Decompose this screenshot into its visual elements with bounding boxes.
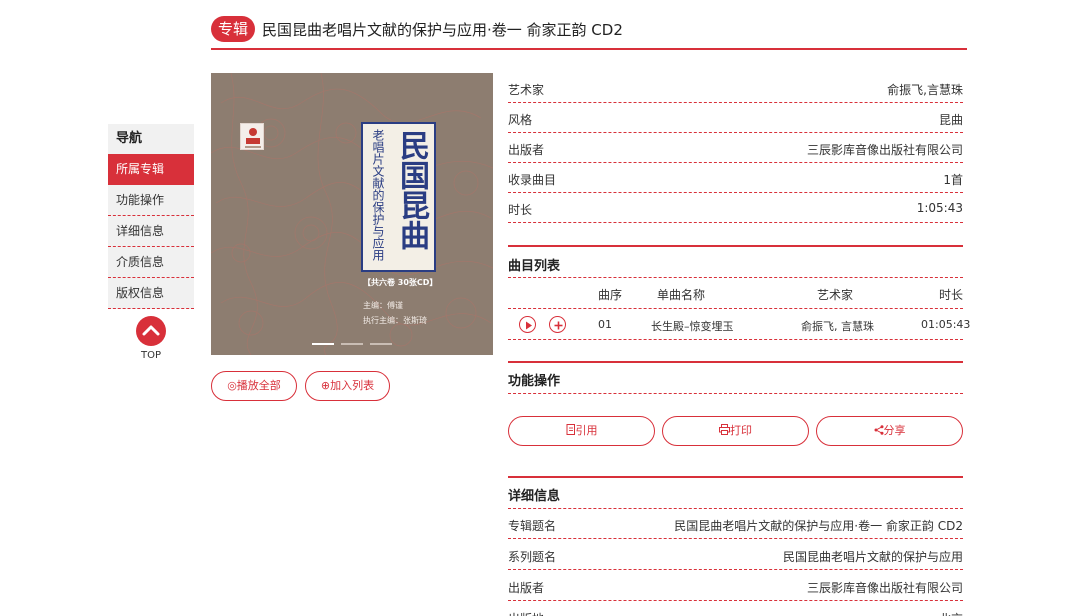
nav-item-copyright[interactable]: 版权信息 <box>108 278 194 309</box>
nav-heading: 导航 <box>108 124 194 154</box>
album-badge: 专辑 <box>211 16 255 42</box>
detail-key: 出版地 <box>508 610 544 616</box>
play-icon <box>526 321 532 330</box>
nav-item-album[interactable]: 所属专辑 <box>108 154 194 185</box>
album-header: 专辑 民国昆曲老唱片文献的保护与应用·卷一 俞家正韵 CD2 <box>211 16 967 50</box>
side-nav: 导航 所属专辑 功能操作 详细信息 介质信息 版权信息 <box>108 124 194 309</box>
detail-row-series-title: 系列题名 民国昆曲老唱片文献的保护与应用 <box>508 540 963 570</box>
document-icon <box>566 424 575 435</box>
col-duration: 时长 <box>939 288 964 302</box>
info-row-track-count: 收录曲目 1首 <box>508 163 963 193</box>
col-track-no: 曲序 <box>598 288 623 302</box>
info-key: 时长 <box>508 203 533 217</box>
tracklist-title: 曲目列表 <box>508 259 561 274</box>
info-value: 三辰影库音像出版社有限公司 <box>806 143 963 157</box>
detail-row-publisher: 出版者 三辰影库音像出版社有限公司 <box>508 571 963 601</box>
col-track-name: 单曲名称 <box>657 288 706 302</box>
carousel-dot-1[interactable] <box>312 343 334 345</box>
detail-row-album-title: 专辑题名 民国昆曲老唱片文献的保护与应用·卷一 俞家正韵 CD2 <box>508 509 963 539</box>
info-key: 收录曲目 <box>508 173 557 187</box>
cover-main-title: 民国昆曲 <box>394 130 429 250</box>
tracklist-row-divider <box>508 339 963 340</box>
add-to-list-button[interactable]: ⊕加入列表 <box>305 371 390 401</box>
chevron-up-icon <box>142 325 160 336</box>
cover-exec-editor-text: 执行主编：张斯琦 <box>363 316 427 325</box>
info-row-artist: 艺术家 俞振飞,言慧珠 <box>508 73 963 103</box>
info-key: 风格 <box>508 113 533 127</box>
details-title: 详细信息 <box>508 489 561 504</box>
album-cover: 老唱片文献的保护与应用 民国昆曲 【共六卷 30张CD】 主编：傅谨 执行主编：… <box>211 73 493 355</box>
functions-rule <box>508 361 963 363</box>
details-rule <box>508 476 963 478</box>
floral-pattern <box>211 73 493 355</box>
detail-key: 专辑题名 <box>508 519 557 533</box>
track-duration: 01:05:43 <box>921 318 971 331</box>
share-icon <box>874 425 883 435</box>
nav-item-media[interactable]: 介质信息 <box>108 247 194 278</box>
play-track-button[interactable] <box>519 316 536 333</box>
cover-subtitle: 老唱片文献的保护与应用 <box>371 129 385 261</box>
detail-value: 民国昆曲老唱片文献的保护与应用 <box>782 550 963 564</box>
info-key: 出版者 <box>508 143 545 157</box>
info-row-duration: 时长 1:05:43 <box>508 193 963 223</box>
carousel-dot-2[interactable] <box>341 343 363 345</box>
tracklist-header-divider <box>508 308 963 309</box>
cover-volume-text: 【共六卷 30张CD】 <box>363 278 438 287</box>
add-track-button[interactable] <box>549 316 566 333</box>
track-artist: 俞振飞, 言慧珠 <box>801 320 874 333</box>
publisher-logo <box>240 123 264 150</box>
info-value: 1首 <box>943 173 963 187</box>
back-to-top-label: TOP <box>140 350 161 361</box>
play-all-button[interactable]: ◎播放全部 <box>211 371 297 401</box>
tracklist-rule <box>508 245 963 247</box>
print-button[interactable]: 打印 <box>662 416 809 446</box>
print-label: 打印 <box>730 424 752 437</box>
cite-button[interactable]: 引用 <box>508 416 655 446</box>
detail-key: 系列题名 <box>508 550 557 564</box>
album-title: 民国昆曲老唱片文献的保护与应用·卷一 俞家正韵 CD2 <box>262 21 623 39</box>
nav-item-details[interactable]: 详细信息 <box>108 216 194 247</box>
carousel-dot-3[interactable] <box>370 343 392 345</box>
share-label: 分享 <box>883 424 906 437</box>
detail-value: 北京 <box>939 610 963 616</box>
info-row-publisher: 出版者 三辰影库音像出版社有限公司 <box>508 133 963 163</box>
info-value: 昆曲 <box>938 113 963 127</box>
track-no: 01 <box>598 318 612 331</box>
detail-value: 民国昆曲老唱片文献的保护与应用·卷一 俞家正韵 CD2 <box>674 519 963 533</box>
cover-editor-text: 主编：傅谨 <box>363 301 403 310</box>
detail-key: 出版者 <box>508 581 545 595</box>
detail-value: 三辰影库音像出版社有限公司 <box>806 581 963 595</box>
info-value: 俞振飞,言慧珠 <box>887 83 963 97</box>
cite-label: 引用 <box>575 424 598 437</box>
plus-icon <box>554 321 563 330</box>
cover-title-plate: 老唱片文献的保护与应用 民国昆曲 <box>361 122 436 272</box>
info-value: 1:05:43 <box>916 201 963 215</box>
info-key: 艺术家 <box>508 83 545 97</box>
tracklist-divider <box>508 277 963 278</box>
track-name[interactable]: 长生殿–惊变埋玉 <box>651 318 734 334</box>
back-to-top-button[interactable] <box>136 316 166 346</box>
col-artist: 艺术家 <box>817 288 854 302</box>
printer-icon <box>719 424 730 435</box>
detail-row-place: 出版地 北京 <box>508 602 963 616</box>
share-button[interactable]: 分享 <box>816 416 963 446</box>
info-row-genre: 风格 昆曲 <box>508 103 963 133</box>
nav-item-functions[interactable]: 功能操作 <box>108 185 194 216</box>
functions-title: 功能操作 <box>508 374 561 389</box>
functions-divider <box>508 393 963 394</box>
